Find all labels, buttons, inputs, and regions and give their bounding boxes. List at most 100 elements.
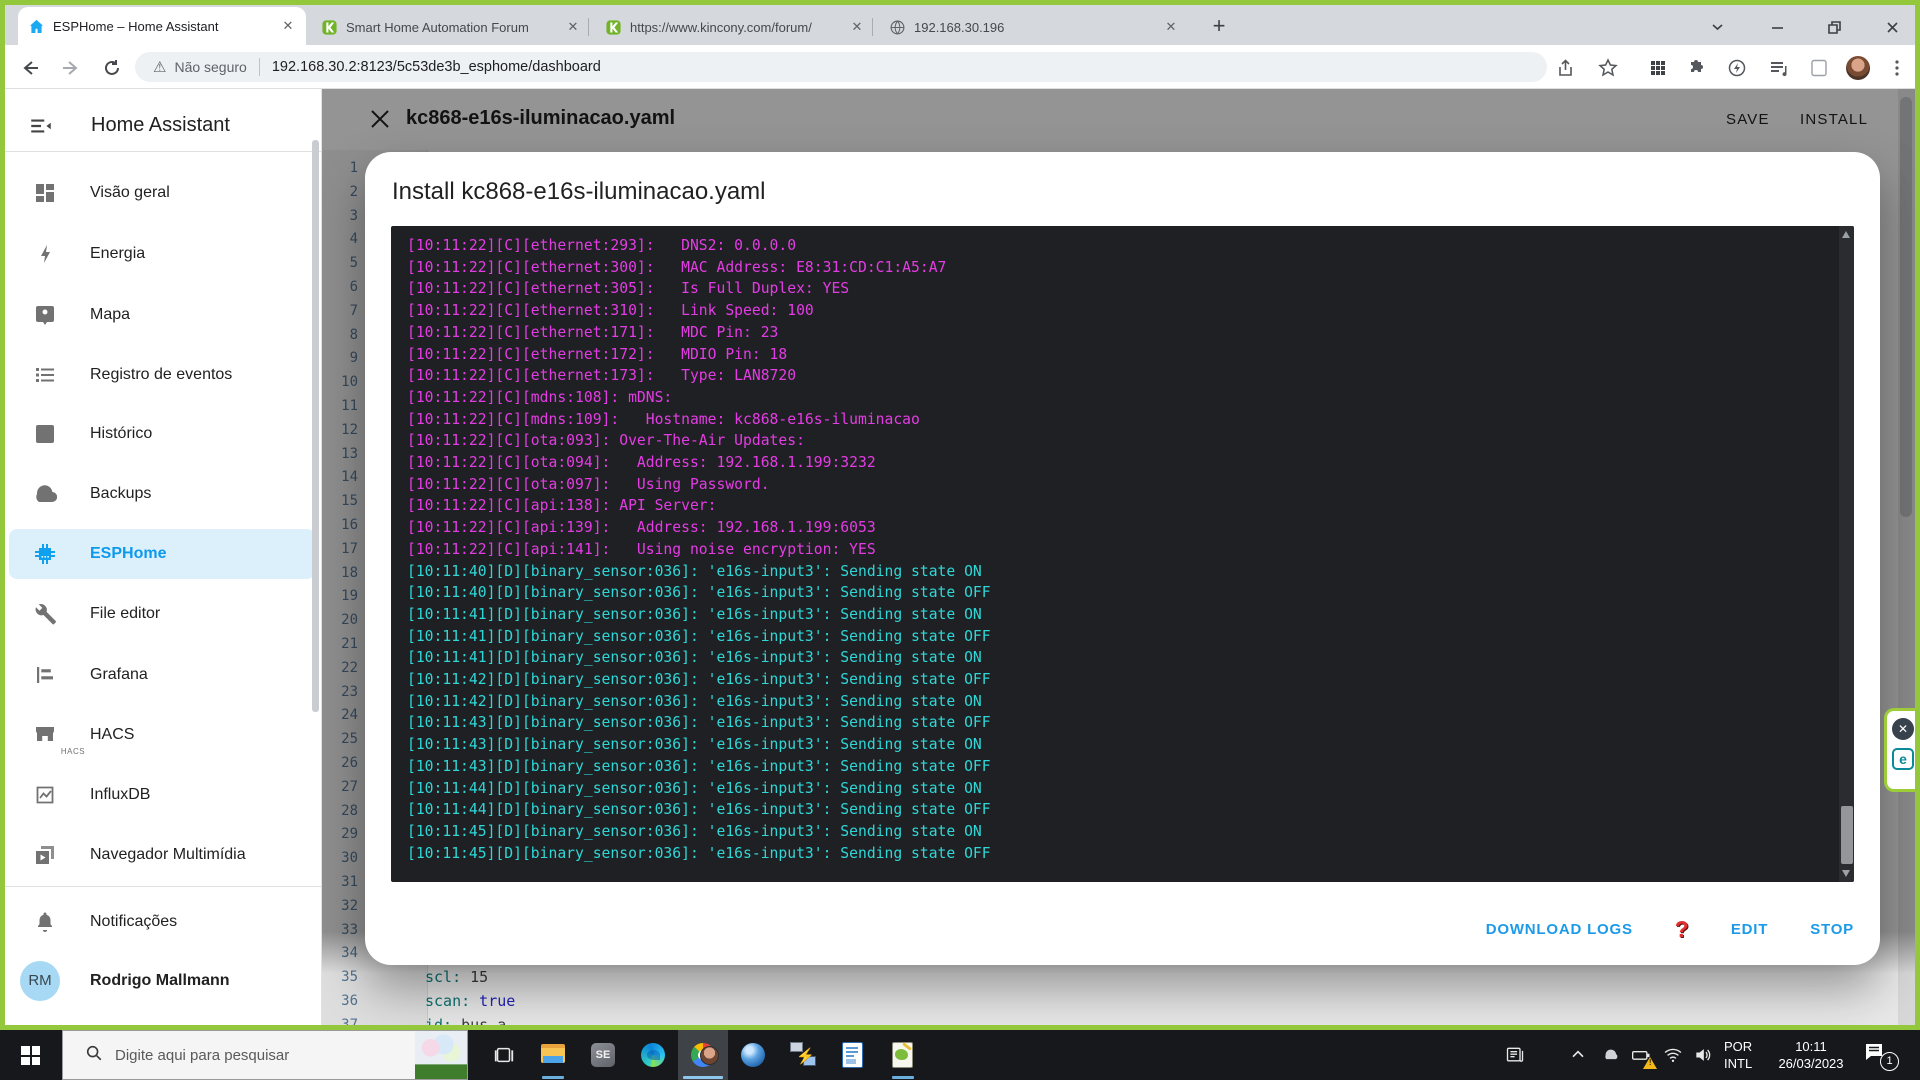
log-line: [10:11:22][C][ethernet:172]: MDIO Pin: 1… bbox=[407, 344, 991, 366]
chart-line-icon bbox=[33, 783, 57, 807]
task-view-button[interactable] bbox=[480, 1030, 528, 1080]
volume-icon[interactable] bbox=[1690, 1043, 1716, 1067]
sidebar-item-label: HACS bbox=[90, 726, 134, 744]
scroll-up-arrow-icon[interactable] bbox=[1842, 231, 1850, 238]
taskbar-app-winbox[interactable] bbox=[728, 1030, 778, 1080]
windows-taskbar: Digite aqui para pesquisar SE bbox=[0, 1030, 1920, 1080]
sidebar-item-mapa[interactable]: Mapa bbox=[5, 290, 322, 340]
log-line: [10:11:22][C][ota:097]: Using Password. bbox=[407, 474, 991, 496]
search-placeholder: Digite aqui para pesquisar bbox=[115, 1047, 289, 1064]
sidebar-item-file-editor[interactable]: File editor bbox=[5, 589, 322, 639]
new-tab-button[interactable]: + bbox=[1205, 13, 1233, 41]
back-button[interactable] bbox=[17, 55, 43, 81]
tab-close-icon[interactable]: ✕ bbox=[565, 19, 581, 35]
hacs-icon: HACS bbox=[33, 723, 57, 747]
window-restore-button[interactable] bbox=[1819, 13, 1849, 41]
sidebar-item-user[interactable]: RM Rodrigo Mallmann bbox=[5, 956, 322, 1006]
close-circle-icon[interactable]: ✕ bbox=[1892, 718, 1914, 740]
start-button[interactable] bbox=[0, 1030, 62, 1080]
tab-close-icon[interactable]: ✕ bbox=[280, 18, 296, 34]
onedrive-icon[interactable] bbox=[1597, 1043, 1623, 1067]
taskbar-app-chrome[interactable] bbox=[678, 1030, 728, 1080]
sidebar-item-energia[interactable]: Energia bbox=[5, 229, 322, 279]
window-minimize-button[interactable] bbox=[1762, 13, 1792, 41]
bookmark-star-icon[interactable] bbox=[1595, 55, 1621, 81]
sidebar-item-label: Notificações bbox=[90, 913, 177, 931]
security-warning-icon[interactable]: ⚠ bbox=[153, 58, 166, 76]
sidebar-item-grafana[interactable]: Grafana bbox=[5, 650, 322, 700]
taskbar-app-se[interactable]: SE bbox=[578, 1030, 628, 1080]
sidebar-item-label: InfluxDB bbox=[90, 786, 150, 804]
extension-playlist-icon[interactable] bbox=[1766, 55, 1792, 81]
sidebar-item-notifications[interactable]: Notificações bbox=[5, 897, 322, 947]
taskbar-app-writer[interactable] bbox=[828, 1030, 878, 1080]
window-menu-chevron[interactable] bbox=[1702, 13, 1732, 41]
clock[interactable]: 10:11 26/03/2023 bbox=[1768, 1038, 1854, 1072]
extension-lightning-icon[interactable] bbox=[1724, 55, 1750, 81]
eset-e-icon[interactable]: e bbox=[1892, 748, 1914, 770]
sidebar-item-label: Registro de eventos bbox=[90, 366, 232, 384]
search-highlight-image[interactable] bbox=[415, 1031, 467, 1079]
sidebar-item-vis-o-geral[interactable]: Visão geral bbox=[5, 168, 322, 218]
grafana-icon bbox=[33, 663, 57, 687]
terminal-scrollbar[interactable] bbox=[1839, 226, 1854, 882]
sidebar-item-backups[interactable]: Backups bbox=[5, 469, 322, 519]
taskbar-app-file-explorer[interactable] bbox=[528, 1030, 578, 1080]
extensions-puzzle-icon[interactable] bbox=[1685, 55, 1711, 81]
widgets-news-icon[interactable] bbox=[1502, 1043, 1528, 1067]
taskbar-search[interactable]: Digite aqui para pesquisar bbox=[62, 1030, 468, 1080]
tray-chevron-icon[interactable] bbox=[1565, 1043, 1591, 1067]
browser-tab-2[interactable]: Smart Home Automation Forum✕ bbox=[311, 9, 591, 45]
taskbar-app-network-tool[interactable]: ⚡ bbox=[778, 1030, 828, 1080]
log-line: [10:11:22][C][mdns:108]: mDNS: bbox=[407, 387, 991, 409]
sidebar-item-influxdb[interactable]: InfluxDB bbox=[5, 770, 322, 820]
sidebar-item-label: Mapa bbox=[90, 306, 130, 324]
stop-button[interactable]: STOP bbox=[1810, 921, 1854, 938]
log-line: [10:11:22][C][mdns:109]: Hostname: kc868… bbox=[407, 409, 991, 431]
log-line: [10:11:44][D][binary_sensor:036]: 'e16s-… bbox=[407, 799, 991, 821]
browser-tab-3[interactable]: https://www.kincony.com/forum/✕ bbox=[595, 9, 875, 45]
window-close-button[interactable] bbox=[1877, 13, 1907, 41]
tab-close-icon[interactable]: ✕ bbox=[849, 19, 865, 35]
taskbar-app-notepad-plus[interactable] bbox=[878, 1030, 928, 1080]
share-icon[interactable] bbox=[1554, 55, 1580, 81]
address-bar[interactable]: ⚠ Não seguro 192.168.30.2:8123/5c53de3b_… bbox=[135, 52, 1547, 82]
sidebar-menu-icon[interactable] bbox=[28, 113, 54, 139]
sidebar-item-esphome[interactable]: ESPHome bbox=[5, 529, 322, 579]
browser-tab-4[interactable]: 192.168.30.196✕ bbox=[879, 9, 1189, 45]
terminal-scrollbar-thumb[interactable] bbox=[1841, 806, 1853, 864]
browser-menu-icon[interactable] bbox=[1884, 55, 1910, 81]
download-logs-button[interactable]: DOWNLOAD LOGS bbox=[1486, 921, 1633, 938]
action-center-button[interactable]: 1 bbox=[1862, 1040, 1902, 1070]
sidebar-item-hacs[interactable]: HACS HACS bbox=[5, 710, 322, 760]
keyboard-language[interactable]: PORINTL bbox=[1724, 1038, 1752, 1072]
wifi-icon[interactable] bbox=[1660, 1043, 1686, 1067]
file-explorer-icon bbox=[541, 1044, 565, 1063]
sidebar-item-registro-de-eventos[interactable]: Registro de eventos bbox=[5, 350, 322, 400]
forward-button[interactable] bbox=[58, 55, 84, 81]
profile-avatar[interactable] bbox=[1846, 56, 1870, 80]
reload-button[interactable] bbox=[99, 55, 125, 81]
format-list-icon bbox=[33, 363, 57, 387]
chrome-profile-badge bbox=[700, 1046, 719, 1065]
bell-icon bbox=[33, 910, 57, 934]
extension-page-icon[interactable] bbox=[1806, 55, 1832, 81]
chart-box-icon bbox=[33, 422, 57, 446]
chip-icon bbox=[33, 542, 57, 566]
log-terminal[interactable]: [10:11:22][C][ethernet:293]: DNS2: 0.0.0… bbox=[391, 226, 1854, 882]
browser-tab-strip: ESPHome – Home Assistant✕Smart Home Auto… bbox=[5, 5, 1915, 45]
taskbar-app-edge[interactable] bbox=[628, 1030, 678, 1080]
sidebar-item-navegador-multim-dia[interactable]: Navegador Multimídia bbox=[5, 830, 322, 880]
user-avatar: RM bbox=[20, 961, 60, 1001]
edit-button[interactable]: EDIT bbox=[1731, 921, 1768, 938]
battery-warning-icon[interactable]: ! bbox=[1628, 1043, 1654, 1067]
browser-tab-1[interactable]: ESPHome – Home Assistant✕ bbox=[18, 7, 306, 45]
extension-grid-icon[interactable] bbox=[1645, 55, 1671, 81]
tab-close-icon[interactable]: ✕ bbox=[1163, 19, 1179, 35]
scroll-down-arrow-icon[interactable] bbox=[1842, 870, 1850, 877]
log-line: [10:11:40][D][binary_sensor:036]: 'e16s-… bbox=[407, 561, 991, 583]
tray-date: 26/03/2023 bbox=[1768, 1055, 1854, 1072]
sidebar-scrollbar[interactable] bbox=[312, 140, 319, 712]
sidebar-item-hist-rico[interactable]: Histórico bbox=[5, 409, 322, 459]
help-icon[interactable]: ? bbox=[1675, 916, 1689, 943]
